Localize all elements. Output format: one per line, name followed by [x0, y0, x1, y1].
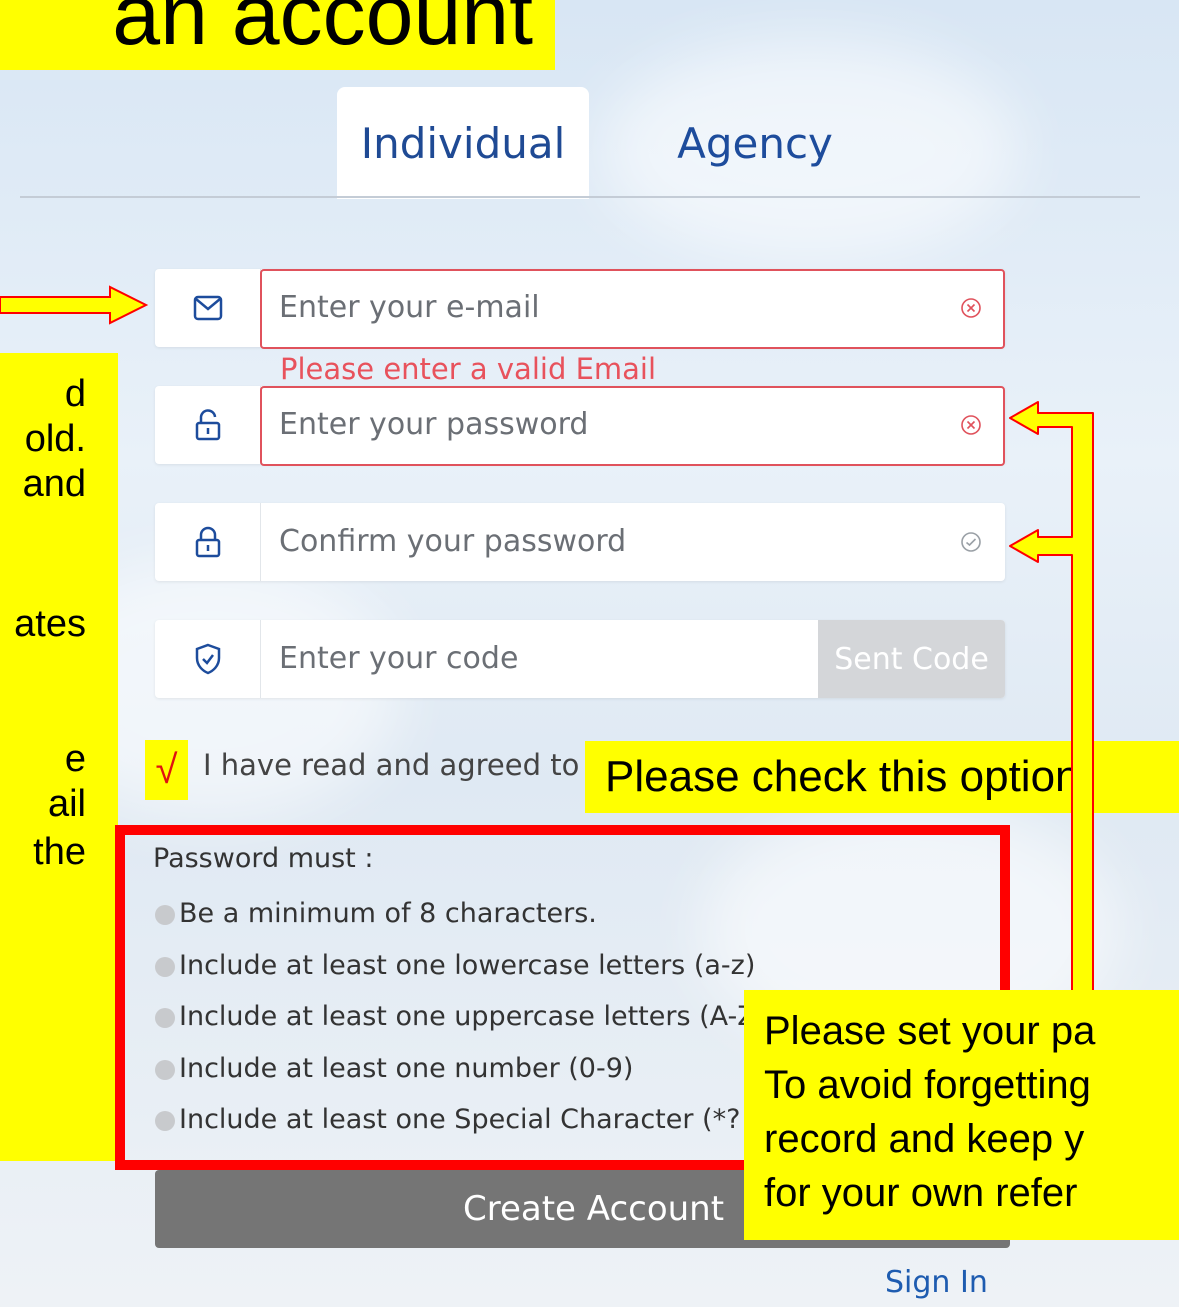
rule-item: Include at least one Special Character (… [155, 1104, 772, 1135]
clear-icon[interactable] [959, 413, 983, 437]
rules-title: Password must : [153, 843, 374, 874]
agree-label: I have read and agreed to the [203, 748, 637, 782]
send-code-button[interactable]: Sent Code [818, 620, 1005, 698]
clear-icon[interactable] [959, 296, 983, 320]
confirm-password-input[interactable] [261, 503, 857, 579]
rule-item: Be a minimum of 8 characters. [155, 898, 597, 929]
email-error-text: Please enter a valid Email [280, 352, 657, 386]
arrow-right-icon [0, 285, 149, 325]
rule-status-dot [155, 904, 175, 925]
rule-item: Include at least one lowercase letters (… [155, 950, 755, 981]
shield-check-icon [155, 620, 261, 698]
password-callout: Please set your pa To avoid forgetting r… [744, 990, 1179, 1240]
sign-in-link[interactable]: Sign In [885, 1265, 988, 1300]
check-circle-icon [961, 532, 981, 552]
rule-status-dot [155, 1110, 175, 1131]
lock-icon [155, 503, 261, 581]
password-input[interactable] [261, 386, 857, 462]
rule-status-dot [155, 956, 175, 977]
tab-individual[interactable]: Individual [337, 87, 589, 199]
confirm-password-field[interactable] [155, 503, 1005, 581]
tab-divider [20, 196, 1140, 198]
tab-agency[interactable]: Agency [640, 87, 870, 199]
rule-item: Include at least one number (0-9) [155, 1053, 633, 1084]
password-field[interactable] [155, 386, 1005, 466]
verification-code-field[interactable]: Sent Code [155, 620, 1005, 698]
rule-status-dot [155, 1007, 175, 1028]
agree-checkbox[interactable]: √ [145, 740, 188, 800]
left-annotation-note: d old. and ates e ail the [0, 353, 118, 1161]
envelope-icon [155, 269, 261, 347]
email-field[interactable] [155, 269, 1005, 349]
page-title: an account [0, 0, 555, 70]
unlock-icon [155, 386, 261, 464]
code-input[interactable] [261, 620, 717, 696]
email-input[interactable] [261, 269, 857, 345]
rule-status-dot [155, 1059, 175, 1080]
connector-arrow-icon [1009, 401, 1094, 996]
rule-item: Include at least one uppercase letters (… [155, 1001, 766, 1032]
